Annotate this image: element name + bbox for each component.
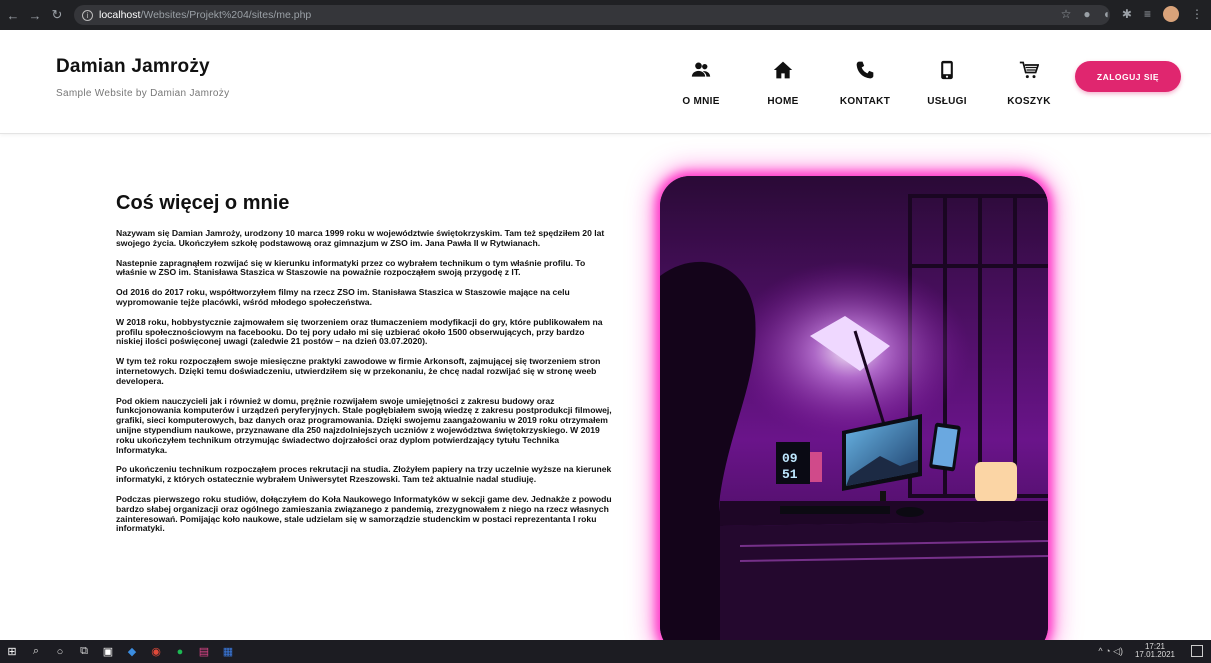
reload-icon[interactable]: ↻ xyxy=(48,7,66,23)
main-nav: O MNIE HOME KONTAKT USŁUGI KOSZYK xyxy=(660,60,1070,107)
nav-item-kontakt[interactable]: KONTAKT xyxy=(824,60,906,107)
url-host: localhost xyxy=(99,9,141,21)
store-icon[interactable]: ▣ xyxy=(96,640,120,663)
notification-icon[interactable] xyxy=(1191,645,1203,657)
url-path: /Websites/Projekt%204/sites/me.php xyxy=(140,9,312,21)
profile-avatar[interactable] xyxy=(1163,6,1179,22)
site-title: Damian Jamroży xyxy=(56,56,210,77)
web-page: Damian Jamroży Sample Website by Damian … xyxy=(0,30,1211,640)
paragraph: W 2018 roku, hobbystycznie zajmowałem si… xyxy=(116,316,603,347)
extensions-area: ☆ ● ◖ ✱ ≡ ⋮ xyxy=(1061,6,1203,22)
cortana-icon[interactable]: ○ xyxy=(48,640,72,663)
page-title: Coś więcej o mnie xyxy=(116,192,290,214)
phone-icon xyxy=(856,61,874,79)
spotify-icon[interactable]: ● xyxy=(168,640,192,663)
extension-icon[interactable]: ● xyxy=(1083,7,1090,21)
nav-item-o-mnie[interactable]: O MNIE xyxy=(660,60,742,107)
login-button[interactable]: ZALOGUJ SIĘ xyxy=(1075,61,1181,92)
info-icon[interactable]: i xyxy=(82,9,93,21)
app-icon[interactable]: ▤ xyxy=(192,640,216,663)
desk-setup-photo: 09 51 xyxy=(660,176,1048,640)
browser-toolbar: ← → ↻ i localhost/Websites/Projekt%204/s… xyxy=(0,0,1211,30)
puzzle-icon[interactable]: ✱ xyxy=(1122,7,1132,21)
menu-icon[interactable]: ≡ xyxy=(1144,7,1151,21)
nav-label: USŁUGI xyxy=(927,96,967,107)
paragraph: W tym też roku rozpocząłem swoje miesięc… xyxy=(116,356,601,386)
windows-start-icon[interactable]: ⊞ xyxy=(0,640,24,663)
nav-label: KOSZYK xyxy=(1007,96,1051,107)
clock[interactable]: 17:21 17.01.2021 xyxy=(1135,643,1175,659)
nav-label: HOME xyxy=(767,96,799,107)
brand: Damian Jamroży Sample Website by Damian … xyxy=(56,56,229,99)
system-tray-icons[interactable]: ^ ◔ ◁) xyxy=(1098,646,1123,657)
paragraph: Od 2016 do 2017 roku, współtworzyłem fil… xyxy=(116,287,570,307)
nav-item-home[interactable]: HOME xyxy=(742,60,824,107)
paragraph: Po ukończeniu technikum rozpocząłem proc… xyxy=(116,464,612,485)
photo-illustration: 09 51 xyxy=(660,176,1048,640)
nav-item-uslugi[interactable]: USŁUGI xyxy=(906,60,988,107)
nav-label: O MNIE xyxy=(682,96,720,107)
cart-icon xyxy=(1019,61,1039,79)
photo-clock-digits: 09 xyxy=(782,451,798,466)
app-icon[interactable]: ▦ xyxy=(216,640,240,663)
site-subtitle: Sample Website by Damian Jamroży xyxy=(56,88,230,99)
nav-label: KONTAKT xyxy=(839,96,891,107)
paragraph: Nazywam się Damian Jamroży, urodzony 10 … xyxy=(116,228,605,248)
chrome-icon[interactable]: ◉ xyxy=(144,640,168,663)
svg-text:51: 51 xyxy=(782,467,798,482)
more-icon[interactable]: ⋮ xyxy=(1191,7,1203,21)
back-icon[interactable]: ← xyxy=(4,8,22,23)
about-section: Coś więcej o mnie Nazywam się Damian Jam… xyxy=(116,192,612,544)
tray-date: 17.01.2021 xyxy=(1134,650,1175,659)
forward-icon[interactable]: → xyxy=(26,8,44,23)
paragraph: Nastepnie zapragnąłem rozwijać się w kie… xyxy=(116,257,586,278)
task-view-icon[interactable]: ⧉ xyxy=(72,640,96,663)
paragraph: Podczas pierwszego roku studiów, dołączy… xyxy=(116,493,612,534)
address-bar[interactable]: i localhost/Websites/Projekt%204/sites/m… xyxy=(74,5,1110,25)
nav-item-koszyk[interactable]: KOSZYK xyxy=(988,60,1070,107)
paragraph: Pod okiem nauczycieli jak i również w do… xyxy=(116,395,612,455)
home-icon xyxy=(773,61,793,79)
extension-icon[interactable]: ◖ xyxy=(1103,7,1110,21)
windows-taskbar: ⊞ ⌕ ○ ⧉ ▣ ◆ ◉ ● ▤ ▦ ^ ◔ ◁) 17:21 17.01.2… xyxy=(0,640,1211,663)
search-icon[interactable]: ⌕ xyxy=(24,640,48,663)
mobile-icon xyxy=(941,60,953,80)
users-icon xyxy=(691,62,711,77)
site-header: Damian Jamroży Sample Website by Damian … xyxy=(0,30,1211,134)
star-icon[interactable]: ☆ xyxy=(1061,7,1072,21)
app-icon[interactable]: ◆ xyxy=(120,640,144,663)
